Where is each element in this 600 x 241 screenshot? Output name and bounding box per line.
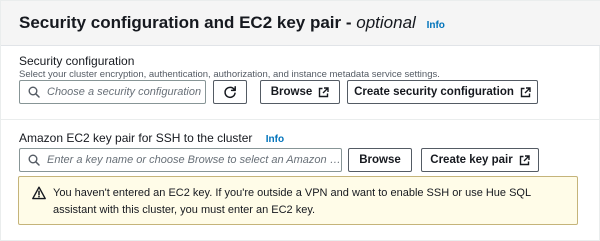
external-link-icon (520, 86, 531, 97)
header-info-link[interactable]: Info (427, 20, 445, 31)
security-config-description: Select your cluster encryption, authenti… (19, 69, 440, 80)
security-config-placeholder: Choose a security configuration (47, 86, 202, 98)
optional-label: optional (356, 13, 416, 32)
create-security-config-button[interactable]: Create security configuration (347, 80, 538, 104)
create-security-config-label: Create security configuration (354, 86, 514, 98)
create-key-pair-button[interactable]: Create key pair (421, 148, 539, 172)
section-divider (1, 119, 600, 120)
search-icon (28, 86, 40, 98)
keypair-input[interactable]: Enter a key name or choose Browse to sel… (19, 148, 342, 172)
keypair-browse-label: Browse (359, 154, 401, 166)
create-key-pair-label: Create key pair (430, 154, 513, 166)
security-config-label: Security configuration (19, 54, 135, 68)
panel-header: Security configuration and EC2 key pair … (1, 1, 600, 46)
security-config-input[interactable]: Choose a security configuration (19, 80, 206, 104)
keypair-label-row: Amazon EC2 key pair for SSH to the clust… (19, 131, 284, 145)
security-browse-button[interactable]: Browse (260, 80, 340, 104)
security-keypair-panel: Security configuration and EC2 key pair … (0, 0, 600, 241)
warning-icon (32, 186, 46, 200)
alert-message: You haven't entered an EC2 key. If you'r… (53, 187, 531, 216)
external-link-icon (319, 86, 329, 97)
security-browse-label: Browse (270, 86, 313, 98)
refresh-button[interactable] (213, 80, 247, 104)
keypair-info-link[interactable]: Info (266, 134, 284, 145)
panel-title-text: Security configuration and EC2 key pair … (19, 13, 352, 32)
search-icon (28, 154, 40, 166)
keypair-browse-button[interactable]: Browse (348, 148, 412, 172)
ec2-key-warning-alert: You haven't entered an EC2 key. If you'r… (18, 176, 578, 225)
external-link-icon (519, 154, 530, 165)
refresh-icon (224, 86, 236, 99)
panel-title: Security configuration and EC2 key pair … (19, 13, 445, 33)
keypair-label: Amazon EC2 key pair for SSH to the clust… (19, 131, 253, 145)
keypair-placeholder: Enter a key name or choose Browse to sel… (47, 154, 341, 166)
